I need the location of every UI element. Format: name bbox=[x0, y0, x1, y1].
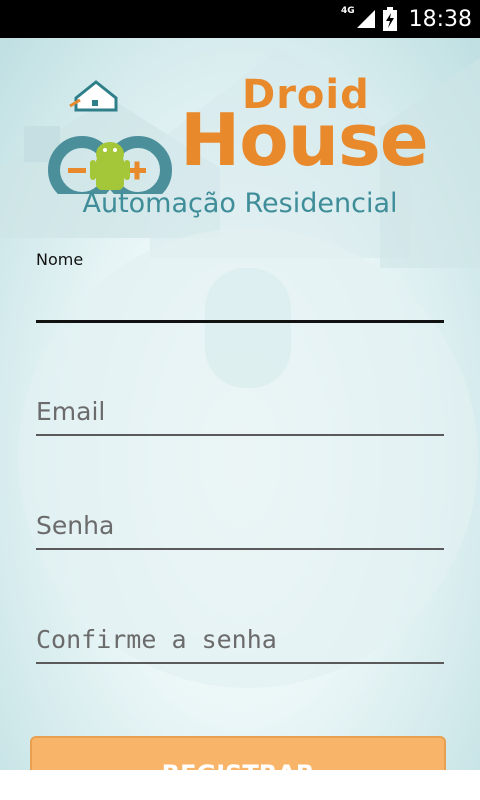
password-field-underline bbox=[36, 548, 444, 550]
battery-charging-icon bbox=[382, 7, 397, 31]
confirm-password-field[interactable]: Confirme a senha bbox=[36, 621, 444, 666]
status-icons: 4G 18:38 bbox=[335, 0, 472, 38]
confirm-password-field-placeholder: Confirme a senha bbox=[36, 625, 277, 654]
app-subtitle: Automação Residencial bbox=[82, 188, 398, 219]
email-field[interactable]: Email bbox=[36, 393, 444, 438]
register-screen: Droid House Automação Residencial Nome E… bbox=[0, 38, 480, 800]
name-field[interactable]: Nome bbox=[36, 250, 444, 325]
password-field-placeholder: Senha bbox=[36, 511, 115, 540]
android-robot-logo-icon bbox=[48, 80, 172, 194]
signal-icon bbox=[356, 10, 375, 28]
bottom-edge bbox=[0, 770, 480, 800]
name-field-label: Nome bbox=[36, 250, 84, 269]
status-bar: 4G 18:38 bbox=[0, 0, 480, 38]
logo-word-house: House bbox=[180, 98, 429, 182]
password-field[interactable]: Senha bbox=[36, 507, 444, 552]
network-type: 4G bbox=[340, 6, 355, 16]
email-field-placeholder: Email bbox=[36, 397, 106, 426]
clock: 18:38 bbox=[408, 6, 472, 32]
email-field-underline bbox=[36, 434, 444, 436]
confirm-password-field-underline bbox=[36, 662, 444, 664]
name-field-underline bbox=[36, 320, 444, 323]
